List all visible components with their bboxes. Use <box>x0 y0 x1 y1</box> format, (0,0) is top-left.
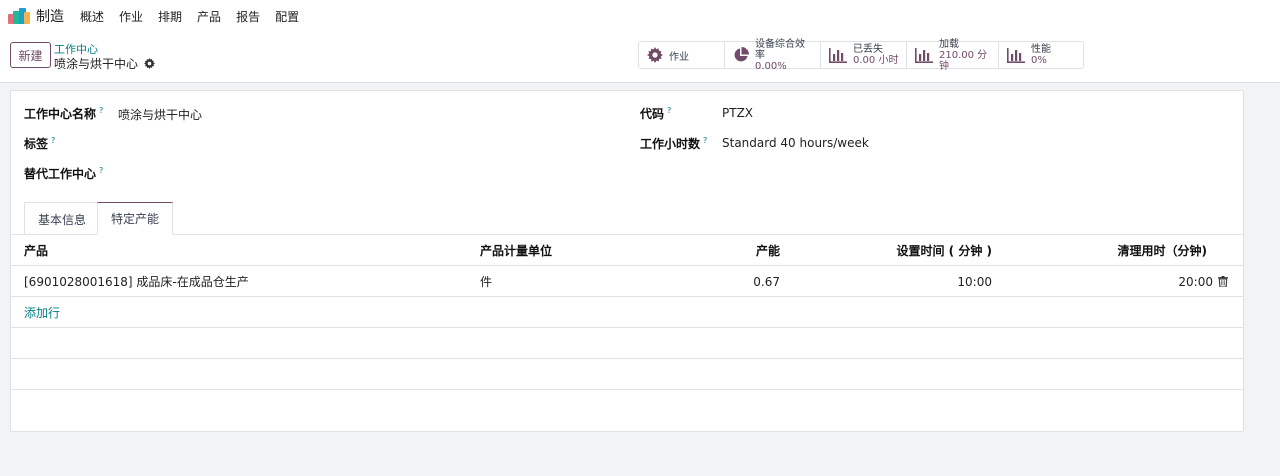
operations-smart-button[interactable]: 作业 <box>639 42 725 68</box>
menu-operations[interactable]: 作业 <box>119 8 143 25</box>
performance-label: 性能 <box>1031 44 1051 55</box>
code-label: 代码? <box>640 106 672 121</box>
help-tooltip-icon[interactable]: ? <box>667 106 671 115</box>
load-value: 210.00 分钟 <box>939 49 988 72</box>
alternative-workcenter-field[interactable] <box>118 163 598 183</box>
tags-label: 标签? <box>24 136 56 151</box>
help-tooltip-icon[interactable]: ? <box>99 166 103 175</box>
oee-smart-button[interactable]: 设备综合效率 0.00% <box>725 38 821 72</box>
working-hours-label: 工作小时数? <box>640 136 708 151</box>
column-setup-time[interactable]: 设置时间 ( 分钟 ) <box>841 235 992 266</box>
cell-capacity[interactable]: 0.67 <box>701 266 780 297</box>
menu-configuration[interactable]: 配置 <box>275 8 299 25</box>
column-product[interactable]: 产品 <box>24 235 48 266</box>
operations-label: 作业 <box>669 51 689 63</box>
notebook-tabs: 基本信息 特定产能 <box>11 202 1243 235</box>
empty-row <box>11 359 1243 390</box>
capacity-table: 产品 产品计量单位 产能 设置时间 ( 分钟 ) 清理用时（分钟) [69010… <box>11 235 1243 421</box>
help-tooltip-icon[interactable]: ? <box>51 136 55 145</box>
add-line-row: 添加行 <box>11 297 1243 328</box>
menu-products[interactable]: 产品 <box>197 8 221 25</box>
app-logo-icon[interactable] <box>8 8 30 24</box>
empty-row <box>11 390 1243 421</box>
gear-icon <box>647 47 663 63</box>
menu-planning[interactable]: 排期 <box>158 8 182 25</box>
name-field[interactable]: 喷涂与烘干中心 <box>118 106 202 123</box>
tags-field[interactable] <box>118 133 598 153</box>
record-title: 喷涂与烘干中心 <box>54 57 139 71</box>
cell-cleanup-time[interactable]: 20:00 <box>1051 266 1213 297</box>
menu-reporting[interactable]: 报告 <box>236 8 260 25</box>
column-capacity[interactable]: 产能 <box>701 235 780 266</box>
code-field[interactable]: PTZX <box>722 106 753 120</box>
form-sheet: 工作中心名称? 喷涂与烘干中心 标签? 替代工作中心? 代码? PTZX 工作小… <box>10 90 1244 432</box>
performance-smart-button[interactable]: 性能 0% <box>999 42 1083 68</box>
table-row[interactable]: [6901028001618] 成品床-在成品仓生产 件 0.67 10:00 … <box>11 266 1243 297</box>
menu-overview[interactable]: 概述 <box>80 8 104 25</box>
table-header: 产品 产品计量单位 产能 设置时间 ( 分钟 ) 清理用时（分钟) <box>11 235 1243 266</box>
lost-smart-button[interactable]: 已丢失 0.00 小时 <box>821 42 907 68</box>
bar-chart-icon <box>1007 47 1025 63</box>
column-uom[interactable]: 产品计量单位 <box>480 235 552 266</box>
new-button[interactable]: 新建 <box>10 42 51 68</box>
tab-specific-capacity[interactable]: 特定产能 <box>97 202 174 235</box>
bar-chart-icon <box>915 47 933 63</box>
lost-label: 已丢失 <box>853 44 883 55</box>
tab-general-info[interactable]: 基本信息 <box>24 202 101 235</box>
trash-icon[interactable] <box>1218 276 1228 287</box>
cell-uom[interactable]: 件 <box>480 266 492 297</box>
add-line-link[interactable]: 添加行 <box>24 297 60 328</box>
top-navbar: 制造 概述 作业 排期 产品 报告 配置 <box>0 0 1280 32</box>
bar-chart-icon <box>829 47 847 63</box>
smart-buttons: 作业 设备综合效率 0.00% 已丢失 0.00 小时 加载 210.00 分钟… <box>638 38 1084 72</box>
performance-value: 0% <box>1031 55 1047 66</box>
name-label: 工作中心名称? <box>24 106 104 121</box>
app-name[interactable]: 制造 <box>36 6 64 26</box>
help-tooltip-icon[interactable]: ? <box>703 136 707 145</box>
load-label: 加载 <box>939 38 959 50</box>
cell-product[interactable]: [6901028001618] 成品床-在成品仓生产 <box>24 266 249 297</box>
gear-icon[interactable] <box>144 58 156 69</box>
oee-value: 0.00% <box>755 60 787 72</box>
working-hours-field[interactable]: Standard 40 hours/week <box>722 136 869 150</box>
lost-value: 0.00 小时 <box>853 55 899 66</box>
cell-setup-time[interactable]: 10:00 <box>841 266 992 297</box>
alternative-workcenter-label: 替代工作中心? <box>24 166 104 181</box>
breadcrumb-current: 喷涂与烘干中心 <box>54 55 156 72</box>
load-smart-button[interactable]: 加载 210.00 分钟 <box>907 38 999 72</box>
column-cleanup-time[interactable]: 清理用时（分钟) <box>1051 235 1208 266</box>
help-tooltip-icon[interactable]: ? <box>99 106 103 115</box>
oee-label: 设备综合效率 <box>755 38 805 61</box>
control-panel: 新建 工作中心 喷涂与烘干中心 作业 设备综合效率 0.00% 已丢失 0.00… <box>0 32 1280 83</box>
empty-row <box>11 328 1243 359</box>
pie-chart-icon <box>734 47 749 62</box>
